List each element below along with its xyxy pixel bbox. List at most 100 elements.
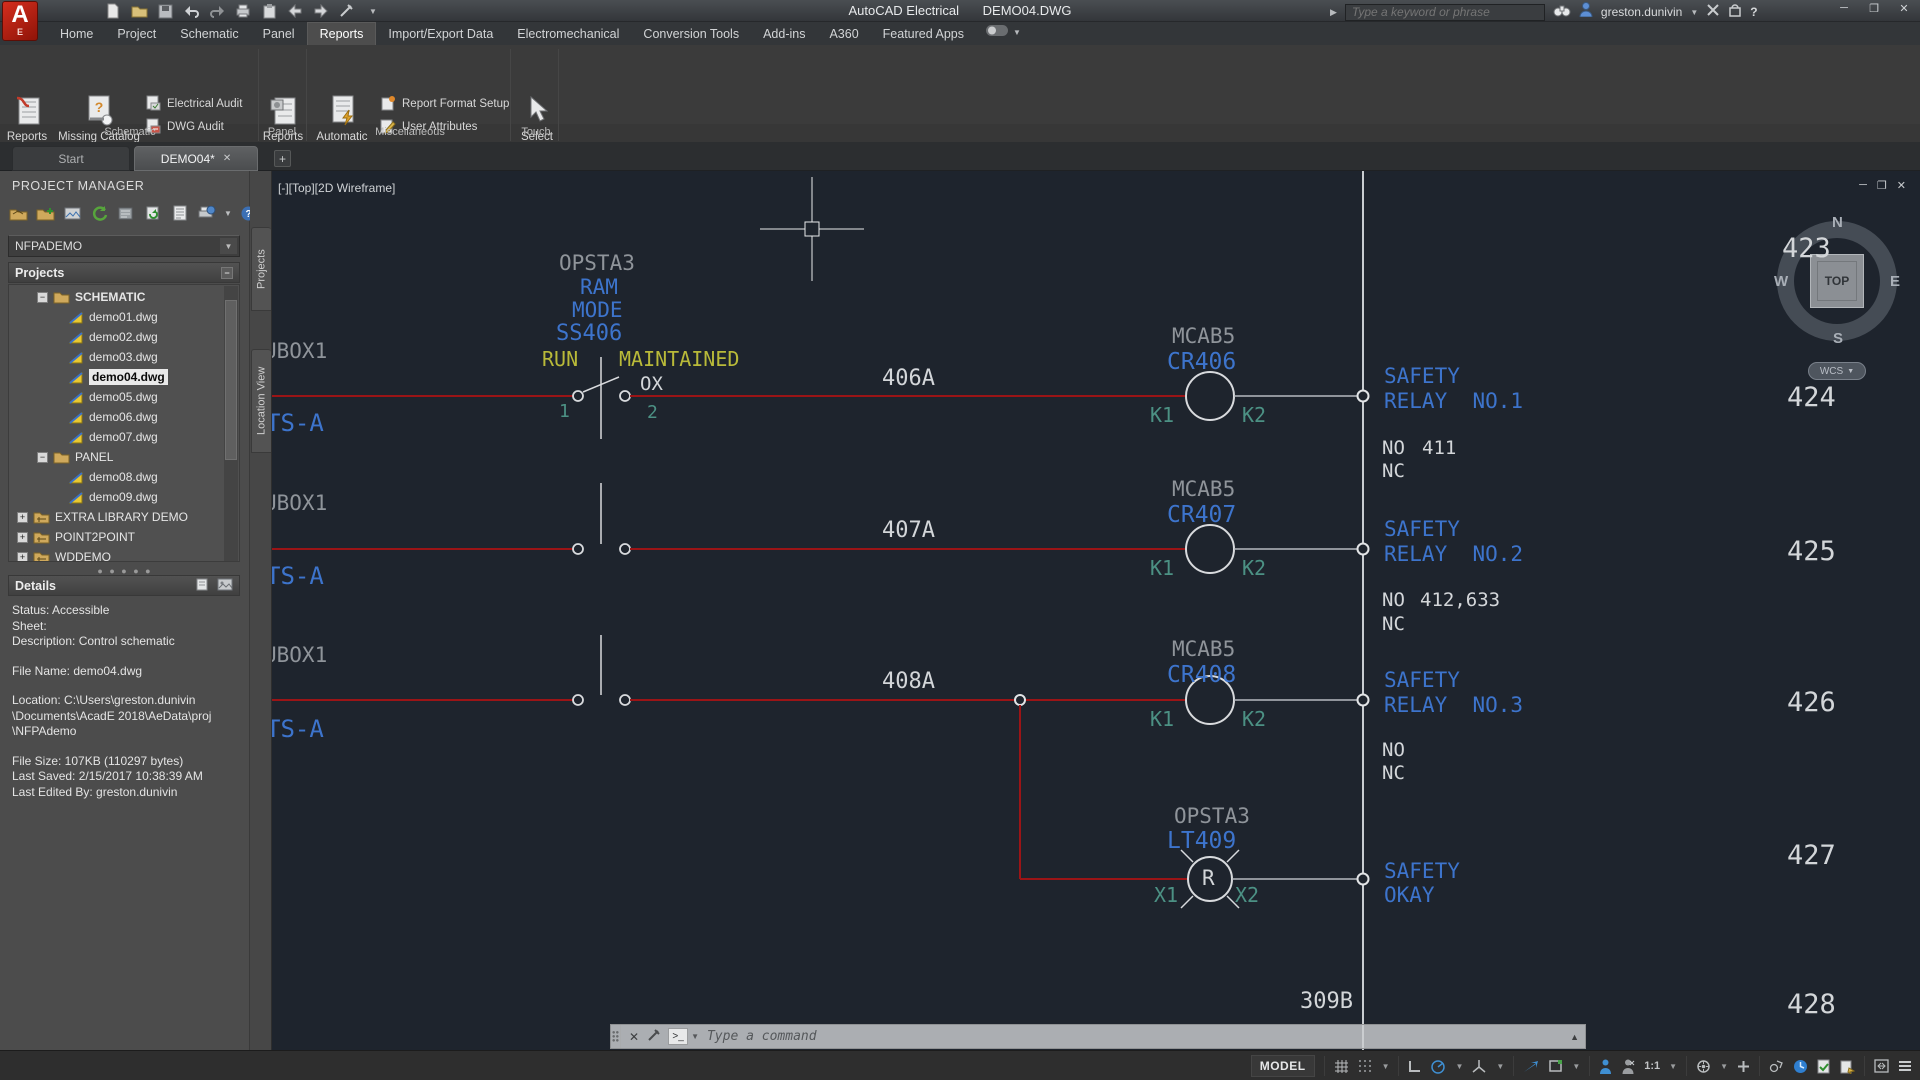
ladder-line-number[interactable]: 423 bbox=[1782, 233, 1831, 264]
tree-item-demo06[interactable]: demo06.dwg bbox=[9, 407, 158, 427]
tab-reports[interactable]: Reports bbox=[306, 22, 377, 45]
component-location[interactable]: OPSTA3 bbox=[559, 251, 635, 275]
contact-xref-nc[interactable]: NC bbox=[1382, 762, 1405, 784]
tree-project-wddemo[interactable]: + WDDEMO bbox=[9, 547, 111, 561]
exchange-apps-icon[interactable] bbox=[1706, 3, 1720, 22]
tree-project-point2point[interactable]: + POINT2POINT bbox=[9, 527, 135, 547]
tree-item-demo03[interactable]: demo03.dwg bbox=[9, 347, 158, 367]
component-location[interactable]: OPSTA3 bbox=[1174, 804, 1250, 828]
contact-xref-no[interactable]: NO bbox=[1382, 589, 1405, 611]
annotation-scale-value[interactable]: 1:1 bbox=[1644, 1060, 1660, 1072]
tree-project-extra-library-demo[interactable]: + EXTRA LIBRARY DEMO bbox=[9, 507, 188, 527]
undo-icon[interactable] bbox=[182, 2, 200, 20]
active-project-select[interactable]: NFPADEMO ▼ bbox=[8, 235, 240, 257]
graphics-performance-button[interactable] bbox=[1793, 1059, 1808, 1074]
palette-tab-projects[interactable]: Projects bbox=[251, 227, 271, 311]
ribbon-display-chevron-icon[interactable]: ▼ bbox=[1013, 28, 1021, 37]
coil-terminal[interactable]: K1 bbox=[1150, 707, 1174, 731]
tab-project[interactable]: Project bbox=[105, 23, 168, 45]
rung-description[interactable]: SAFETY bbox=[1384, 364, 1460, 388]
pilot-light-tag[interactable]: LT409 bbox=[1167, 828, 1236, 854]
contact-xref-ref[interactable]: 411 bbox=[1422, 437, 1456, 459]
customization-menu-button[interactable] bbox=[1898, 1060, 1912, 1072]
tree-item-demo01[interactable]: demo01.dwg bbox=[9, 307, 158, 327]
polar-tracking-button[interactable] bbox=[1430, 1059, 1446, 1074]
help-icon[interactable]: ? bbox=[1750, 5, 1757, 19]
project-settings-icon[interactable] bbox=[116, 203, 136, 223]
model-space-button[interactable]: MODEL bbox=[1250, 1055, 1315, 1077]
back-arrow-icon[interactable] bbox=[286, 2, 304, 20]
new-drawing-tab-button[interactable]: + bbox=[274, 150, 291, 167]
tab-import-export-data[interactable]: Import/Export Data bbox=[376, 23, 505, 45]
ladder-line-number[interactable]: 426 bbox=[1787, 687, 1836, 718]
project-combo-chevron-icon[interactable]: ▼ bbox=[220, 238, 237, 254]
terminal-number[interactable]: 2 bbox=[647, 402, 658, 423]
source-arrow-tag[interactable]: UBOX1 bbox=[272, 643, 327, 667]
tree-folder-schematic[interactable]: − SCHEMATIC bbox=[9, 287, 145, 307]
command-customize-icon[interactable] bbox=[647, 1028, 668, 1045]
coil-tag[interactable]: CR406 bbox=[1167, 349, 1236, 375]
drawing-standards-button[interactable] bbox=[1817, 1059, 1831, 1074]
command-input[interactable]: Type a command bbox=[707, 1029, 817, 1044]
tab-home[interactable]: Home bbox=[48, 23, 105, 45]
contact-xref-nc[interactable]: NC bbox=[1382, 613, 1405, 635]
doc-minimize-icon[interactable]: ─ bbox=[1859, 179, 1867, 192]
tree-item-demo04-selected[interactable]: demo04.dwg bbox=[9, 367, 168, 387]
component-desc[interactable]: RAM bbox=[580, 275, 618, 299]
save-icon[interactable] bbox=[156, 2, 174, 20]
user-avatar-icon[interactable] bbox=[1579, 2, 1593, 22]
schematic-geometry[interactable] bbox=[272, 171, 1920, 1050]
contact-xref-nc[interactable]: NC bbox=[1382, 460, 1405, 482]
forward-arrow-icon[interactable] bbox=[312, 2, 330, 20]
lamp-terminal[interactable]: X2 bbox=[1235, 883, 1259, 907]
drawing-list-report-icon[interactable] bbox=[170, 203, 190, 223]
command-recent-icon[interactable]: >_ bbox=[668, 1028, 689, 1045]
wire-number[interactable]: 407A bbox=[882, 518, 935, 543]
expand-box-icon[interactable]: + bbox=[17, 551, 28, 561]
plot-project-icon[interactable] bbox=[197, 203, 217, 223]
qat-customize-chevron-icon[interactable]: ▼ bbox=[364, 2, 382, 20]
collapse-box-icon[interactable]: − bbox=[37, 291, 48, 303]
source-arrow-tag[interactable]: UBOX1 bbox=[272, 339, 327, 363]
open-file-icon[interactable] bbox=[130, 2, 148, 20]
viewport-controls-label[interactable]: [-][Top][2D Wireframe] bbox=[278, 181, 395, 195]
palette-tab-location-view[interactable]: Location View bbox=[251, 349, 271, 453]
panel-location[interactable]: MCAB5 bbox=[1172, 477, 1235, 501]
group-label-panel[interactable]: Panel bbox=[258, 126, 306, 138]
tab-electromechanical[interactable]: Electromechanical bbox=[505, 23, 631, 45]
viewcube-south[interactable]: S bbox=[1833, 330, 1843, 347]
ladder-line-number[interactable]: 428 bbox=[1787, 989, 1836, 1020]
grid-display-button[interactable] bbox=[1334, 1059, 1349, 1073]
panel-location[interactable]: MCAB5 bbox=[1172, 324, 1235, 348]
coil-terminal[interactable]: K2 bbox=[1242, 556, 1266, 580]
doc-restore-icon[interactable]: ❐ bbox=[1877, 179, 1887, 192]
osnap-chevron-icon[interactable]: ▼ bbox=[1572, 1062, 1580, 1071]
details-preview-icon[interactable] bbox=[196, 578, 211, 594]
wire-number[interactable]: 309B bbox=[1300, 989, 1353, 1014]
snap-mode-button[interactable] bbox=[1358, 1059, 1373, 1073]
update-drawings-icon[interactable] bbox=[143, 203, 163, 223]
expand-box-icon[interactable]: + bbox=[17, 531, 28, 543]
terminal-strip-tag[interactable]: TS-A bbox=[272, 409, 324, 437]
contact-state-label[interactable]: OX bbox=[640, 373, 663, 395]
workspace-switching-button[interactable] bbox=[1696, 1059, 1711, 1074]
component-tag[interactable]: SS406 bbox=[556, 321, 622, 346]
application-menu-button[interactable]: AE bbox=[2, 1, 38, 41]
ladder-line-number[interactable]: 425 bbox=[1787, 536, 1836, 567]
restore-button[interactable]: ❐ bbox=[1864, 2, 1884, 15]
command-line-bar[interactable]: ●● ●● ●● ✕ >_ ▼ Type a command ▲ bbox=[610, 1024, 1586, 1049]
user-menu-chevron-icon[interactable]: ▼ bbox=[1690, 8, 1698, 17]
app-store-icon[interactable] bbox=[1728, 3, 1742, 22]
component-desc[interactable]: MODE bbox=[572, 298, 623, 322]
file-tab-close-icon[interactable]: ✕ bbox=[223, 153, 231, 164]
snap-chevron-icon[interactable]: ▼ bbox=[1382, 1062, 1390, 1071]
expand-box-icon[interactable]: + bbox=[17, 511, 28, 523]
tab-featured-apps[interactable]: Featured Apps bbox=[871, 23, 976, 45]
wire-number[interactable]: 406A bbox=[882, 366, 935, 391]
tree-item-demo08[interactable]: demo08.dwg bbox=[9, 467, 158, 487]
rung-description[interactable]: RELAY NO.3 bbox=[1384, 693, 1523, 717]
tab-a360[interactable]: A360 bbox=[817, 23, 870, 45]
coil-tag[interactable]: CR407 bbox=[1167, 502, 1236, 528]
plot-icon[interactable] bbox=[234, 2, 252, 20]
viewcube-east[interactable]: E bbox=[1890, 273, 1900, 290]
